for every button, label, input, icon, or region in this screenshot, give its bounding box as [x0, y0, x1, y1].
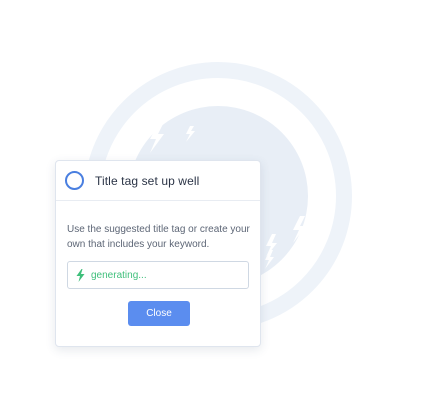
generating-field[interactable]: generating... — [67, 261, 249, 289]
page: Title tag set up well Use the suggested … — [0, 0, 428, 401]
status-circle-icon — [65, 171, 84, 190]
recommendation-card: Title tag set up well Use the suggested … — [55, 160, 261, 347]
card-header: Title tag set up well — [56, 161, 260, 201]
generating-status-text: generating... — [91, 269, 147, 281]
lightning-bolt-icon — [76, 268, 85, 282]
close-button[interactable]: Close — [128, 301, 190, 326]
card-title: Title tag set up well — [95, 173, 200, 188]
card-description: Use the suggested title tag or create yo… — [67, 224, 250, 250]
